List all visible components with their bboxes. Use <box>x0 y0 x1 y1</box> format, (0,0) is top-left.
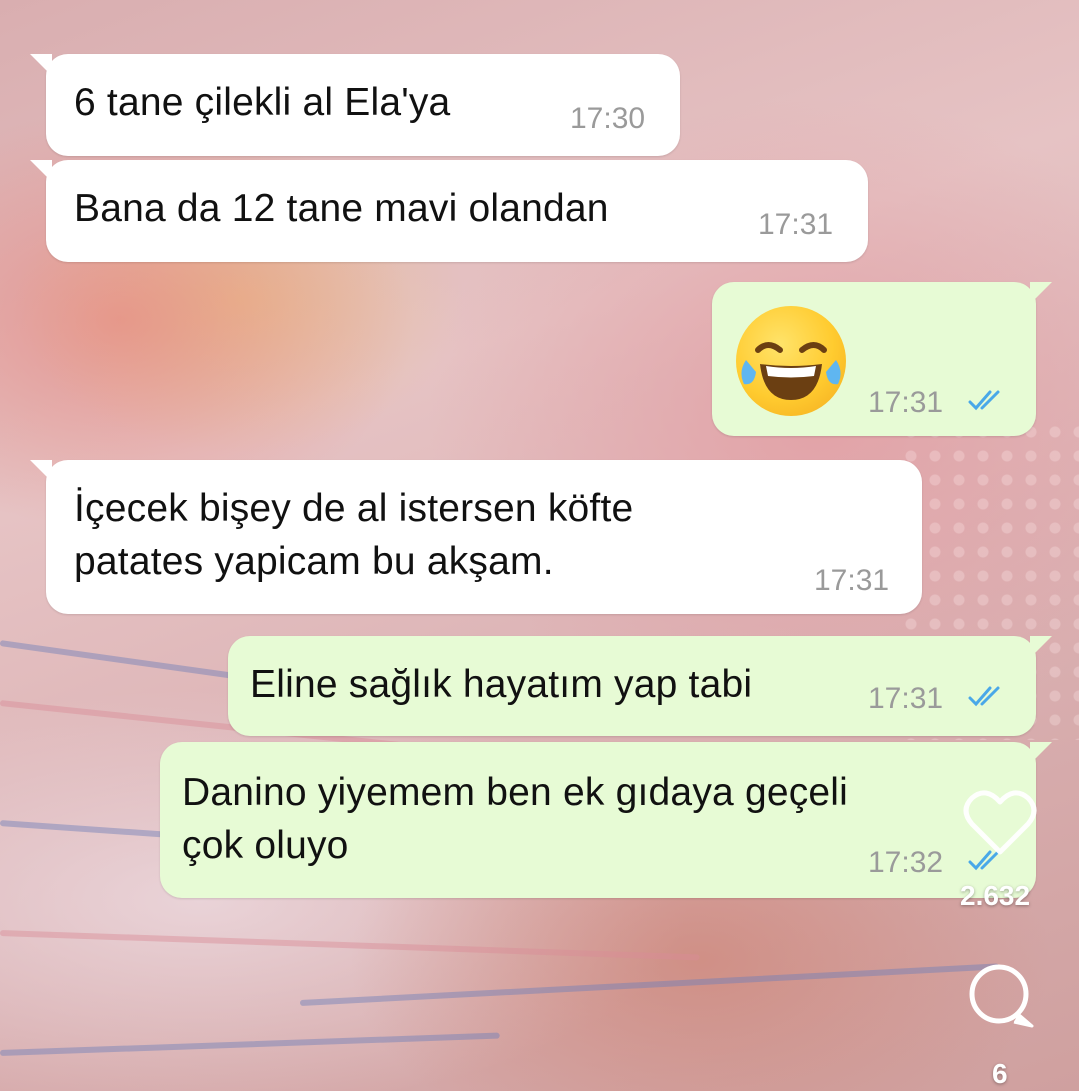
read-ticks-icon <box>968 390 1000 411</box>
incoming-message-bubble[interactable]: Bana da 12 tane mavi olandan 17:31 <box>30 160 868 262</box>
message-text-line: patates yapicam bu akşam. <box>74 540 554 583</box>
blanket-stripe <box>299 963 1000 1006</box>
comment-icon[interactable] <box>966 962 1036 1032</box>
message-time: 17:31 <box>814 564 890 597</box>
heart-icon[interactable] <box>962 788 1038 858</box>
message-text: Bana da 12 tane mavi olandan <box>74 187 609 230</box>
message-text-line: çok oluyo <box>182 824 349 867</box>
comment-count: 6 <box>992 1058 1008 1089</box>
message-text-line: İçecek bişey de al istersen köfte <box>74 487 634 530</box>
outgoing-emoji-bubble[interactable]: 17:31 <box>712 282 1052 436</box>
like-count: 2.632 <box>960 880 1031 911</box>
blanket-stripe <box>0 930 700 961</box>
message-time: 17:31 <box>758 208 834 241</box>
blanket-stripe <box>0 1032 500 1056</box>
outgoing-message-bubble[interactable]: Eline sağlık hayatım yap tabi 17:31 <box>228 636 1052 736</box>
message-time: 17:30 <box>570 102 646 135</box>
message-time: 17:31 <box>868 682 944 715</box>
message-text-line: Danino yiyemem ben ek gıdaya geçeli <box>182 771 849 814</box>
message-text: Eline sağlık hayatım yap tabi <box>250 663 753 706</box>
read-ticks-icon <box>968 686 1000 707</box>
message-text: 6 tane çilekli al Ela'ya <box>74 81 451 124</box>
message-time: 17:31 <box>868 386 944 419</box>
message-time: 17:32 <box>868 846 944 879</box>
face-with-tears-of-joy-icon <box>736 306 846 416</box>
incoming-message-bubble[interactable]: İçecek bişey de al istersen köfte patate… <box>30 460 922 614</box>
incoming-message-bubble[interactable]: 6 tane çilekli al Ela'ya 17:30 <box>30 54 680 156</box>
outgoing-message-bubble[interactable]: Danino yiyemem ben ek gıdaya geçeli çok … <box>160 742 1052 898</box>
